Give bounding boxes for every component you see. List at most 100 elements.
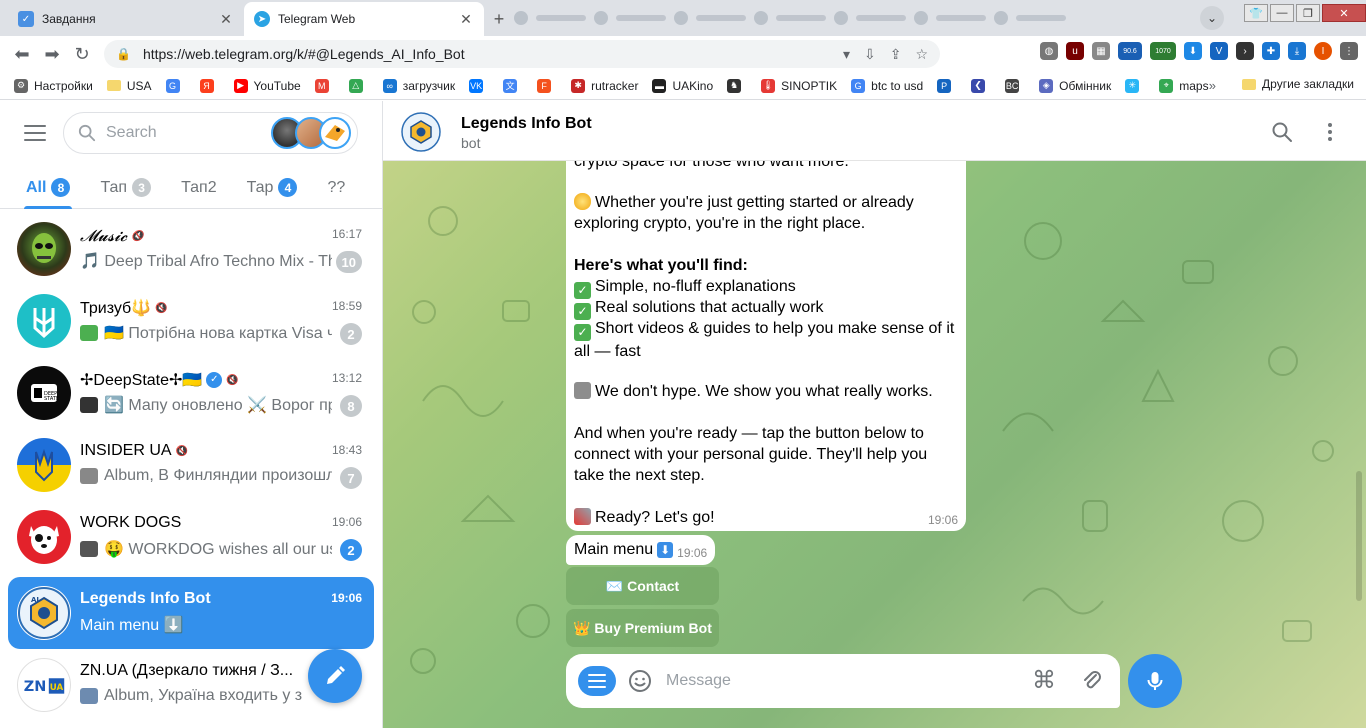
bookmark-exchanger[interactable]: ◈ Обмінник [1039, 78, 1111, 93]
tools-icon [574, 382, 591, 399]
forward-arrow-icon[interactable]: ➡ [40, 42, 64, 66]
other-bookmarks[interactable]: Другие закладки [1242, 77, 1354, 91]
bookmark-star[interactable]: ✳ [1125, 78, 1145, 93]
more-bookmarks-button[interactable]: » [1209, 78, 1216, 93]
photo-thumbnail [80, 541, 98, 557]
ublock-icon[interactable]: u [1066, 42, 1084, 60]
maximize-button[interactable]: ❐ [1296, 4, 1320, 22]
tab-tar[interactable]: Тар 4 [247, 167, 298, 209]
chat-item-tryzub[interactable]: Тризуб🔱 🔇 18:59 🇺🇦 Потрібна нова картка V… [8, 285, 374, 357]
photo-thumbnail [80, 688, 98, 704]
more-options-icon[interactable] [1319, 121, 1341, 143]
message-bubble[interactable]: crypto space for those who want more. Wh… [566, 141, 966, 531]
tab-all[interactable]: All 8 [23, 167, 73, 209]
globe-extension-icon[interactable]: ◍ [1040, 42, 1058, 60]
command-icon[interactable]: ⌘ [1032, 669, 1056, 693]
bookmark-settings[interactable]: ⚙ Настройки [14, 78, 93, 93]
menu-dots-icon[interactable]: ⋮ [1340, 42, 1358, 60]
bookmark-f[interactable]: F [537, 78, 557, 93]
message-bubble[interactable]: Main menu ⬇ 19:06 [566, 535, 716, 565]
address-bar[interactable]: 🔒 https://web.telegram.org/k/#@Legends_A… [104, 40, 940, 68]
browser-tab-telegram[interactable]: ➤ Telegram Web ✕ [244, 2, 484, 36]
v-extension-icon[interactable]: V [1210, 42, 1228, 60]
shirt-icon[interactable]: 👕 [1244, 4, 1268, 22]
back-arrow-icon[interactable]: ⬅ [10, 42, 34, 66]
tab-tap[interactable]: Тап 3 [100, 167, 152, 209]
share-icon[interactable]: ⇪ [890, 46, 902, 63]
chat-title: Legends Info Bot [80, 590, 211, 607]
close-tab-icon[interactable]: ✕ [218, 11, 234, 27]
reload-icon[interactable]: ↻ [70, 42, 94, 66]
tab-tap2[interactable]: Тап2 [181, 167, 217, 209]
bookmark-figure[interactable]: ♞ [727, 78, 747, 93]
new-tab-button[interactable]: + [488, 8, 510, 30]
bookmark-vk[interactable]: VK [469, 78, 489, 93]
bookmark-drive[interactable]: △ [348, 78, 369, 93]
bc-icon: BC [1005, 78, 1020, 93]
downloads-icon[interactable]: ⤓ [1288, 42, 1306, 60]
emoji-icon[interactable] [628, 669, 652, 693]
bookmark-gmail[interactable]: M [314, 78, 335, 93]
chat-title: INSIDER UA 🔇 [80, 442, 189, 459]
chat-item-legends-bot[interactable]: AI Legends Info Bot 19:06 Main menu ⬇️ [8, 577, 374, 649]
contact-button[interactable]: ✉️ Contact [566, 567, 719, 605]
avatar[interactable] [401, 112, 441, 152]
bookmark-btc[interactable]: Gbtc to usd [851, 78, 923, 93]
figure-icon: ♞ [727, 78, 742, 93]
svg-text:AI: AI [31, 596, 39, 604]
bookmark-maps[interactable]: ⌖ maps [1159, 78, 1209, 93]
bookmark-youtube[interactable]: ▶ YouTube [233, 78, 301, 93]
stories-preview[interactable] [271, 117, 351, 149]
search-input[interactable] [106, 124, 276, 142]
chat-item-music[interactable]: 𝓜𝓾𝓼𝓲𝓬 🔇 16:17 🎵 Deep Tribal Afro Techno M… [8, 213, 374, 285]
download-extension-icon[interactable]: ⬇ [1184, 42, 1202, 60]
avatar: DEEP STATE [17, 366, 71, 420]
bookmark-translate[interactable]: 文 [503, 78, 523, 93]
tab-title: Telegram Web [278, 12, 356, 26]
scrollbar[interactable] [1356, 471, 1362, 601]
briefcase-extension-icon[interactable]: ▦ [1092, 42, 1110, 60]
message-composer: ⌘ [566, 654, 1120, 708]
close-tab-icon[interactable]: ✕ [458, 11, 474, 27]
minimize-button[interactable]: — [1270, 4, 1294, 22]
puzzle-icon[interactable]: ✚ [1262, 42, 1280, 60]
chat-header[interactable]: Legends Info Bot bot [383, 101, 1366, 161]
chat-time: 13:12 [331, 371, 362, 385]
hamburger-menu-icon[interactable] [24, 125, 46, 141]
avatar[interactable]: I [1314, 42, 1332, 60]
message-input[interactable] [666, 668, 1006, 694]
bookmark-p[interactable]: P [937, 78, 957, 93]
new-message-button[interactable] [308, 649, 362, 703]
attach-icon[interactable] [1080, 669, 1104, 693]
counter-extension-icon[interactable]: 1070 [1150, 42, 1176, 60]
bookmark-google[interactable]: G [165, 78, 186, 93]
star-icon[interactable]: ☆ [915, 46, 928, 63]
bookmark-uakino[interactable]: ▬ UAKino [652, 78, 713, 93]
bookmark-sinoptik[interactable]: 🌡 SINOPTIK [761, 78, 837, 93]
chat-time: 18:43 [331, 443, 362, 457]
bookmark-arrow[interactable]: ❮ [971, 78, 991, 93]
close-window-button[interactable]: ✕ [1322, 4, 1366, 22]
install-icon[interactable]: ⇩ [864, 46, 876, 63]
chat-title: WORK DOGS [80, 514, 182, 531]
tab-other[interactable]: ?? [327, 167, 345, 209]
search-box[interactable] [63, 112, 358, 154]
search-icon[interactable] [1271, 121, 1293, 143]
dropdown-icon[interactable]: ▾ [843, 46, 850, 63]
chat-item-workdogs[interactable]: WORK DOGS 19:06 🤑 WORKDOG wishes all our… [8, 501, 374, 573]
chat-item-deepstate[interactable]: DEEP STATE ✢DeepState✢🇺🇦 ✓ 🔇 13:12 🔄 Мапу о… [8, 357, 374, 429]
chat-item-insider[interactable]: INSIDER UA 🔇 18:43 Album, В Финляндии про… [8, 429, 374, 501]
bookmark-bc[interactable]: BC [1005, 78, 1025, 93]
bookmark-rutracker[interactable]: ✱ rutracker [571, 78, 638, 93]
bookmark-usa[interactable]: USA [106, 79, 152, 93]
browser-tab-tasks[interactable]: ✓ Завдання ✕ [8, 2, 244, 36]
bookmark-yandex[interactable]: Я [199, 78, 220, 93]
chevron-down-icon[interactable]: ⌄ [1200, 6, 1224, 30]
url-text[interactable]: https://web.telegram.org/k/#@Legends_AI_… [143, 46, 843, 62]
buy-premium-button[interactable]: 👑 Buy Premium Bot [566, 609, 719, 647]
voice-record-button[interactable] [1128, 654, 1182, 708]
bookmark-downloader[interactable]: ∞ загрузчик [382, 78, 455, 93]
speed-extension-icon[interactable]: 90.6 [1118, 42, 1142, 60]
bot-menu-button[interactable] [578, 666, 616, 696]
terminal-extension-icon[interactable]: › [1236, 42, 1254, 60]
